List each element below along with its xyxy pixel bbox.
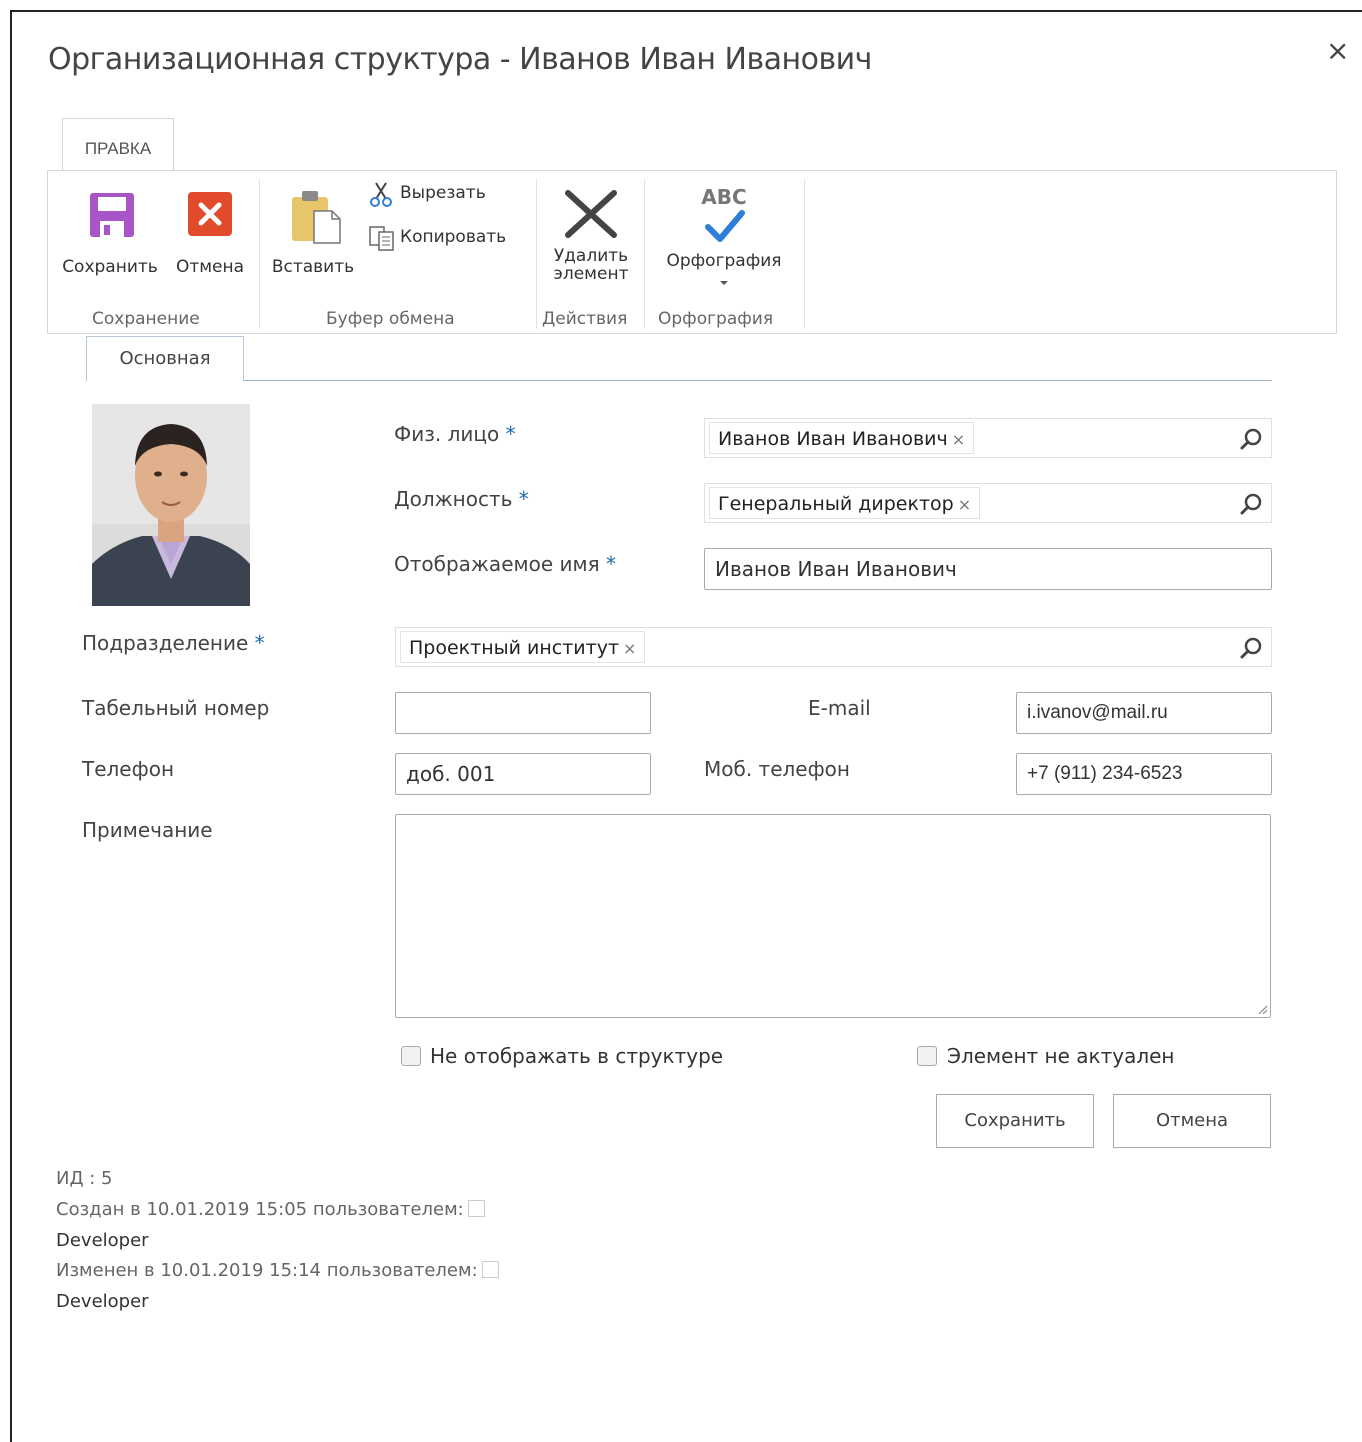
required-mark: * bbox=[518, 487, 529, 511]
department-chip: Проектный институт × bbox=[400, 631, 646, 663]
search-icon[interactable] bbox=[1239, 492, 1263, 516]
inactive-label: Элемент не актуален bbox=[947, 1044, 1175, 1068]
ribbon-save-label: Сохранить bbox=[62, 257, 158, 277]
group-label-save: Сохранение bbox=[92, 309, 200, 329]
personnel-number-label: Табельный номер bbox=[82, 696, 270, 720]
required-mark: * bbox=[254, 631, 265, 655]
ribbon-copy-button[interactable]: Копировать bbox=[366, 223, 526, 253]
ribbon-delete-label-1: Удалить bbox=[553, 246, 629, 266]
tab-main[interactable]: Основная bbox=[86, 336, 244, 381]
dropdown-arrow-icon bbox=[720, 281, 728, 285]
mobile-phone-input[interactable]: +7 (911) 234-6523 bbox=[1016, 753, 1272, 795]
inactive-checkbox[interactable] bbox=[917, 1046, 937, 1066]
ribbon: Сохранить Отмена Сохранение Вставить Выр… bbox=[47, 170, 1337, 334]
modified-text: Изменен в 10.01.2019 15:14 пользователем… bbox=[56, 1260, 478, 1281]
copy-icon bbox=[369, 226, 394, 251]
cancel-icon bbox=[188, 192, 232, 236]
person-chip: Иванов Иван Иванович × bbox=[709, 422, 975, 454]
ribbon-delete-label-2: элемент bbox=[553, 264, 629, 284]
ribbon-separator bbox=[644, 179, 645, 329]
paste-icon bbox=[292, 191, 341, 244]
spelling-icon-text: ABC bbox=[701, 185, 747, 209]
ribbon-separator bbox=[536, 179, 537, 329]
person-picker[interactable]: Иванов Иван Иванович × bbox=[704, 418, 1272, 458]
ribbon-separator bbox=[259, 179, 260, 329]
dialog-title: Организационная структура - Иванов Иван … bbox=[48, 42, 872, 77]
remove-icon[interactable]: × bbox=[952, 430, 965, 449]
person-chip-value: Иванов Иван Иванович bbox=[718, 428, 948, 450]
created-by[interactable]: Developer bbox=[56, 1230, 149, 1251]
hide-in-structure-label: Не отображать в структуре bbox=[430, 1044, 724, 1068]
created-text: Создан в 10.01.2019 15:05 пользователем: bbox=[56, 1199, 464, 1220]
personnel-number-input[interactable] bbox=[395, 692, 651, 734]
ribbon-paste-button[interactable]: Вставить bbox=[268, 189, 358, 299]
delete-icon bbox=[565, 190, 617, 238]
search-icon[interactable] bbox=[1239, 427, 1263, 451]
resize-handle-icon[interactable] bbox=[1256, 1003, 1268, 1015]
display-name-input[interactable]: Иванов Иван Иванович bbox=[704, 548, 1272, 590]
email-input[interactable]: i.ivanov@mail.ru bbox=[1016, 692, 1272, 734]
ribbon-paste-label: Вставить bbox=[271, 257, 355, 277]
ribbon-cut-label: Вырезать bbox=[400, 183, 486, 203]
department-picker[interactable]: Проектный институт × bbox=[395, 627, 1272, 667]
position-chip: Генеральный директор × bbox=[709, 487, 981, 519]
checkmark-icon bbox=[705, 210, 745, 242]
hide-in-structure-checkbox[interactable] bbox=[401, 1046, 421, 1066]
ribbon-cut-button[interactable]: Вырезать bbox=[366, 179, 506, 209]
tab-underline bbox=[86, 380, 1272, 381]
ribbon-cancel-label: Отмена bbox=[175, 257, 245, 277]
ribbon-spelling-button[interactable]: ABC Орфография bbox=[656, 181, 792, 299]
mobile-phone-label: Моб. телефон bbox=[704, 757, 850, 781]
ribbon-cancel-button[interactable]: Отмена bbox=[172, 189, 248, 299]
search-icon[interactable] bbox=[1239, 636, 1263, 660]
group-label-actions: Действия bbox=[542, 309, 628, 329]
ribbon-spelling-label: Орфография bbox=[666, 251, 782, 271]
department-chip-value: Проектный институт bbox=[409, 637, 620, 659]
save-button[interactable]: Сохранить bbox=[936, 1094, 1094, 1148]
cancel-button[interactable]: Отмена bbox=[1113, 1094, 1271, 1148]
note-textarea[interactable] bbox=[395, 814, 1271, 1018]
required-mark: * bbox=[605, 552, 616, 576]
group-label-spelling: Орфография bbox=[658, 309, 774, 329]
position-chip-value: Генеральный директор bbox=[718, 493, 954, 515]
ribbon-tab-edit[interactable]: ПРАВКА bbox=[62, 118, 174, 170]
phone-input[interactable]: доб. 001 bbox=[395, 753, 651, 795]
employee-photo bbox=[92, 404, 250, 606]
user-icon bbox=[467, 1200, 485, 1217]
ribbon-copy-label: Копировать bbox=[400, 227, 507, 247]
required-mark: * bbox=[505, 422, 516, 446]
ribbon-save-button[interactable]: Сохранить bbox=[58, 189, 162, 299]
item-id: ИД : 5 bbox=[56, 1168, 113, 1189]
group-label-clipboard: Буфер обмена bbox=[326, 309, 455, 329]
modified-info: Изменен в 10.01.2019 15:14 пользователем… bbox=[56, 1260, 499, 1281]
modified-by[interactable]: Developer bbox=[56, 1291, 149, 1312]
person-label: Физ. лицо * bbox=[394, 422, 516, 446]
created-info: Создан в 10.01.2019 15:05 пользователем: bbox=[56, 1199, 485, 1220]
email-label: E-mail bbox=[808, 696, 871, 720]
position-label: Должность * bbox=[394, 487, 529, 511]
remove-icon[interactable]: × bbox=[958, 495, 971, 514]
ribbon-delete-button[interactable]: Удалить элемент bbox=[546, 185, 636, 297]
display-name-label: Отображаемое имя * bbox=[394, 552, 616, 576]
position-picker[interactable]: Генеральный директор × bbox=[704, 483, 1272, 523]
department-label: Подразделение * bbox=[82, 631, 265, 655]
save-icon bbox=[90, 193, 134, 237]
user-icon bbox=[481, 1261, 499, 1278]
phone-label: Телефон bbox=[82, 757, 175, 781]
close-icon[interactable]: × bbox=[1326, 34, 1349, 67]
scissors-icon bbox=[370, 182, 392, 207]
ribbon-separator bbox=[804, 179, 805, 329]
dialog: Организационная структура - Иванов Иван … bbox=[10, 10, 1362, 1442]
note-label: Примечание bbox=[82, 818, 213, 842]
remove-icon[interactable]: × bbox=[623, 639, 636, 658]
